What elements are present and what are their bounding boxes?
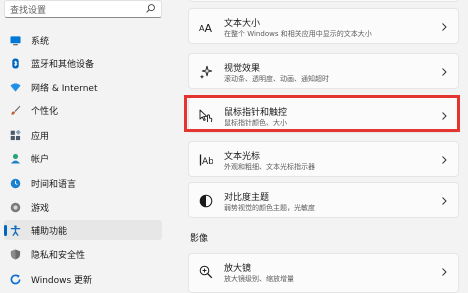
sidebar-item-windows-update[interactable]: Windows 更新 [4, 269, 162, 289]
accessibility-icon [10, 225, 21, 236]
text-size-icon: A A [199, 22, 213, 34]
chevron-right-icon [442, 156, 447, 164]
card-title: 文本大小 [224, 19, 261, 29]
accessibility-settings-panel: A A 文本大小 在整个 Windows 和相关应用中显示的文本大小 视觉效果 … [188, 0, 466, 293]
setting-card-contrast-themes[interactable]: 对比度主题 弱势视觉的颜色主题，光敏度 [188, 182, 459, 218]
sidebar-item-label: 网络 & Internet [31, 84, 98, 94]
card-description: 外观和粗细、文本光标指示器 [224, 163, 315, 171]
sparkle-icon [199, 65, 213, 79]
setting-card-mouse-pointer-touch[interactable]: 鼠标指针和触控 鼠标指针颜色、大小 [188, 97, 459, 133]
setting-card-visual-effects[interactable]: 视觉效果 滚动条、透明度、动画、通知超时 [188, 53, 459, 89]
monitor-icon [10, 36, 21, 46]
sidebar-item-personalization[interactable]: 个性化 [4, 100, 162, 120]
setting-card-text-size[interactable]: A A 文本大小 在整个 Windows 和相关应用中显示的文本大小 [188, 8, 459, 44]
chevron-right-icon [442, 112, 447, 120]
sidebar-item-label: 游戏 [31, 204, 50, 214]
search-box[interactable]: 查找设置 [4, 0, 162, 18]
text-cursor-icon: Ab [199, 154, 213, 167]
card-title: 对比度主题 [224, 193, 270, 203]
sidebar-item-apps[interactable]: 应用 [4, 125, 162, 145]
svg-text:A: A [205, 22, 213, 34]
magnifier-icon [199, 265, 213, 279]
card-description: 鼠标指针颜色、大小 [224, 119, 287, 127]
search-icon[interactable] [145, 3, 156, 14]
sidebar-item-system[interactable]: 系统 [4, 30, 162, 50]
chevron-right-icon [442, 68, 447, 76]
sidebar-item-label: Windows 更新 [31, 276, 93, 286]
card-description: 弱势视觉的颜色主题，光敏度 [224, 204, 315, 212]
sidebar-item-label: 辅助功能 [31, 227, 68, 237]
sidebar-item-label: 帐户 [31, 155, 50, 165]
svg-text:Ab: Ab [202, 157, 213, 167]
wifi-icon [10, 83, 21, 92]
sidebar-item-label: 时间和语言 [31, 180, 77, 190]
sidebar-item-label: 隐私和安全性 [31, 251, 86, 261]
section-header-vision: 影像 [190, 234, 209, 244]
brush-icon [11, 105, 21, 115]
card-title: 文本光标 [224, 152, 261, 162]
pointer-touch-icon [199, 109, 213, 123]
selection-indicator [4, 225, 7, 236]
previous-card-edge [188, 0, 459, 2]
sidebar-item-label: 应用 [31, 132, 50, 142]
bluetooth-icon [12, 58, 19, 69]
sidebar-item-label: 系统 [31, 37, 50, 47]
search-input[interactable]: 查找设置 [10, 3, 46, 16]
card-title: 视觉效果 [224, 64, 261, 74]
sidebar-item-gaming[interactable]: 游戏 [4, 197, 162, 217]
setting-card-text-cursor[interactable]: Ab 文本光标 外观和粗细、文本光标指示器 [188, 141, 459, 177]
globe-clock-icon [10, 178, 21, 189]
card-description: 滚动条、透明度、动画、通知超时 [224, 75, 329, 83]
sidebar-item-accessibility[interactable]: 辅助功能 [4, 220, 162, 240]
game-icon [10, 202, 21, 213]
card-title: 鼠标指针和触控 [224, 108, 288, 118]
chevron-right-icon [442, 197, 447, 205]
chevron-right-icon [442, 23, 447, 31]
chevron-right-icon [442, 268, 447, 276]
navigation-sidebar: 查找设置 系统 蓝牙和其他设备 网络 & Internet 个性化 应用 帐户 … [0, 0, 170, 286]
card-title: 放大镜 [224, 264, 252, 274]
card-description: 放大镜级别、缩放增量 [224, 275, 294, 283]
setting-card-magnifier[interactable]: 放大镜 放大镜级别、缩放增量 [188, 253, 459, 293]
account-icon [10, 153, 21, 164]
sidebar-item-accounts[interactable]: 帐户 [4, 148, 162, 168]
card-description: 在整个 Windows 和相关应用中显示的文本大小 [224, 30, 372, 38]
sidebar-item-privacy-security[interactable]: 隐私和安全性 [4, 244, 162, 264]
shield-icon [10, 249, 21, 260]
sidebar-item-time-language[interactable]: 时间和语言 [4, 173, 162, 193]
contrast-icon [199, 194, 213, 208]
sidebar-item-label: 蓝牙和其他设备 [31, 60, 95, 70]
apps-icon [10, 130, 21, 141]
update-icon [10, 274, 21, 285]
sidebar-item-network[interactable]: 网络 & Internet [4, 77, 162, 97]
sidebar-item-label: 个性化 [31, 107, 59, 117]
sidebar-item-bluetooth[interactable]: 蓝牙和其他设备 [4, 53, 162, 73]
